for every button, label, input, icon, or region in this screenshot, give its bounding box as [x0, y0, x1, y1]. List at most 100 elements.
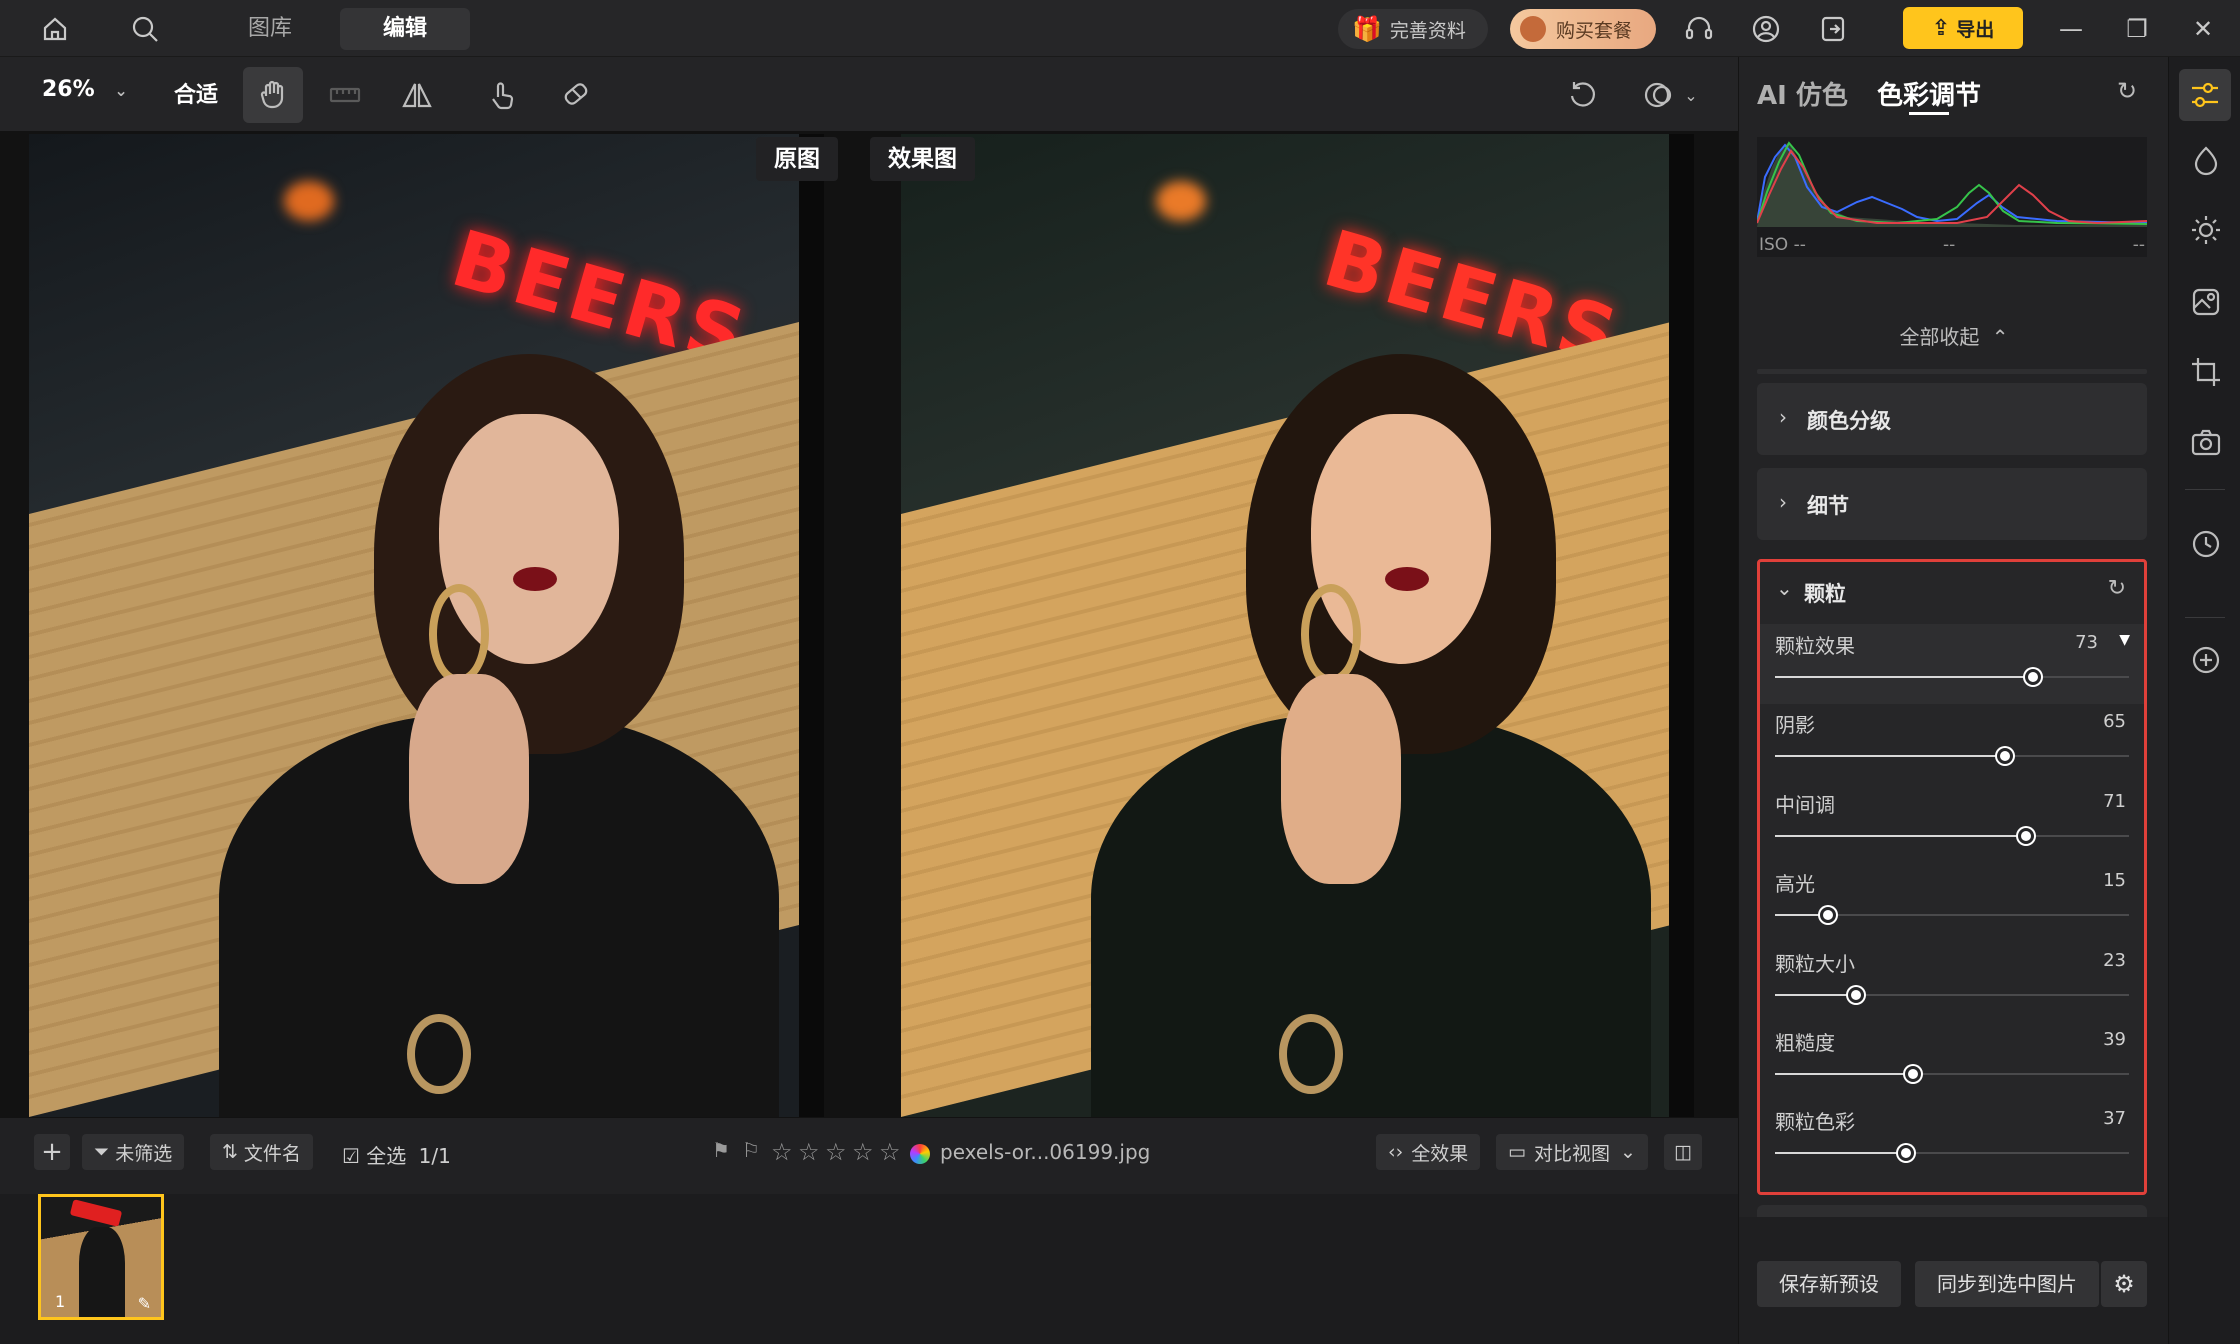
slider-knob[interactable]	[1905, 1066, 1922, 1082]
hand	[1281, 674, 1401, 884]
slider-value[interactable]: 23	[2103, 950, 2126, 971]
file-name: pexels-or...06199.jpg	[940, 1140, 1151, 1164]
logout-icon[interactable]	[1816, 12, 1850, 46]
home-icon[interactable]	[38, 12, 72, 46]
effect-label: 效果图	[870, 137, 975, 181]
compare-view-label: 对比视图	[1533, 1142, 1610, 1165]
sun-icon[interactable]	[2187, 211, 2225, 249]
reset-icon[interactable]: ↻	[2117, 77, 2137, 105]
image-canvas[interactable]: BEERS BEERS 原图 效果图	[0, 131, 1738, 1118]
star-icon-4[interactable]: ☆	[852, 1138, 874, 1166]
compare-view-dropdown[interactable]: ▭ 对比视图 ⌄	[1496, 1134, 1648, 1170]
zoom-dropdown[interactable]: 26% ⌄	[42, 77, 128, 102]
reset-icon[interactable]	[1553, 67, 1613, 123]
tab-library[interactable]: 图库	[224, 8, 316, 50]
star-icon-3[interactable]: ☆	[825, 1138, 847, 1166]
slider-value[interactable]: 37	[2103, 1108, 2126, 1129]
histogram-iso: ISO --	[1759, 235, 1806, 255]
section-color-grading[interactable]: › 颜色分级	[1757, 383, 2147, 455]
slider-fill	[1775, 1073, 1914, 1075]
slider-knob[interactable]	[2018, 827, 2035, 844]
slider-value[interactable]: 71	[2103, 791, 2126, 812]
thumbnail[interactable]: 1 ✎	[38, 1194, 164, 1320]
flag-icon[interactable]: ⚑	[712, 1138, 730, 1162]
star-icon-5[interactable]: ☆	[879, 1138, 901, 1166]
collapse-all-button[interactable]: 全部收起 ⌃	[1739, 321, 2169, 350]
sort-button[interactable]: ⇅ 文件名	[210, 1134, 313, 1170]
user-icon[interactable]	[1749, 12, 1783, 46]
active-tab-underline	[1909, 112, 1949, 115]
slider-track[interactable]	[1775, 907, 2129, 924]
slider-row: 颗粒效果 73 ▼	[1760, 624, 2144, 704]
hand-tool-icon[interactable]	[243, 67, 303, 123]
star-icon-2[interactable]: ☆	[798, 1138, 820, 1166]
fit-button[interactable]: 合适	[174, 77, 218, 109]
slider-fill	[1775, 1152, 1906, 1155]
star-icon-1[interactable]: ☆	[771, 1138, 793, 1166]
history-icon[interactable]	[2187, 525, 2225, 563]
mask-dropdown[interactable]: ⌄	[1625, 67, 1715, 123]
slider-knob[interactable]	[1848, 986, 1865, 1003]
slider-knob[interactable]	[1997, 748, 2014, 765]
add-icon[interactable]: +	[34, 1134, 70, 1170]
slider-value[interactable]: 73	[2075, 632, 2098, 653]
filmstrip	[0, 1194, 1738, 1344]
slider-knob[interactable]	[1820, 907, 1837, 924]
section-detail[interactable]: › 细节	[1757, 468, 2147, 540]
slider-track[interactable]	[1775, 748, 2129, 765]
save-preset-button[interactable]: 保存新预设	[1757, 1261, 1901, 1307]
grain-header[interactable]: ⌄ 颗粒 ↻	[1760, 562, 2144, 622]
slider-value[interactable]: 39	[2103, 1029, 2126, 1050]
tab-color-adjust[interactable]: 色彩调节	[1877, 75, 1981, 112]
slider-row: 颗粒大小 23	[1760, 942, 2144, 1022]
upload-icon: ⇪	[1931, 15, 1951, 41]
close-icon[interactable]: ✕	[2186, 12, 2220, 46]
code-icon: ‹›	[1388, 1141, 1404, 1163]
ruler-icon	[315, 67, 375, 123]
slider-value[interactable]: 65	[2103, 711, 2126, 732]
image-edit-icon[interactable]	[2187, 283, 2225, 321]
minimize-icon[interactable]: —	[2054, 12, 2088, 46]
restore-icon[interactable]: ❐	[2120, 12, 2154, 46]
slider-track[interactable]	[1775, 1066, 2129, 1082]
tab-edit[interactable]: 编辑	[340, 8, 470, 50]
full-effect-button[interactable]: ‹› 全效果	[1376, 1134, 1481, 1170]
monitor-icon: ▭	[1508, 1141, 1526, 1163]
tab-ai-color[interactable]: AI 仿色	[1757, 75, 1848, 112]
eraser-icon[interactable]	[546, 67, 606, 123]
export-button[interactable]: ⇪ 导出	[1903, 7, 2023, 49]
adjust-sliders-icon[interactable]	[2179, 69, 2231, 121]
slider-knob[interactable]	[1897, 1145, 1914, 1162]
filter-button[interactable]: ⏷ 未筛选	[82, 1134, 185, 1170]
section-title: 颜色分级	[1807, 409, 1891, 433]
camera-icon[interactable]	[2187, 423, 2225, 461]
slider-track[interactable]	[1775, 669, 2129, 685]
search-icon[interactable]	[128, 12, 162, 46]
buy-plan-button[interactable]: 购买套餐	[1510, 9, 1656, 49]
complete-profile-button[interactable]: 🎁 完善资料	[1338, 9, 1488, 49]
gear-icon[interactable]: ⚙	[2101, 1261, 2147, 1307]
droplet-icon[interactable]	[2187, 141, 2225, 179]
slider-track[interactable]	[1775, 986, 2129, 1003]
caret-down-icon[interactable]: ▼	[2119, 632, 2130, 648]
color-label-icon[interactable]	[910, 1144, 930, 1164]
slider-label: 颗粒效果	[1775, 634, 1855, 658]
add-circle-icon[interactable]	[2187, 641, 2225, 679]
reject-flag-icon[interactable]: ⚐	[742, 1138, 760, 1162]
split-view-icon[interactable]: ◫	[1664, 1134, 1702, 1170]
select-all-checkbox[interactable]: ☑ 全选 1/1	[342, 1140, 451, 1169]
original-photo: BEERS	[29, 134, 824, 1117]
slider-value[interactable]: 15	[2103, 870, 2126, 891]
reset-icon[interactable]: ↻	[2108, 576, 2126, 601]
slider-track[interactable]	[1775, 1145, 2129, 1162]
flip-icon[interactable]	[387, 67, 447, 123]
support-icon[interactable]	[1682, 12, 1716, 46]
slider-track[interactable]	[1775, 827, 2129, 844]
touch-tool-icon[interactable]	[472, 67, 532, 123]
edit-toolbar: 26% ⌄ 合适 ⌄	[0, 57, 1738, 131]
sync-selected-button[interactable]: 同步到选中图片	[1915, 1261, 2099, 1307]
chevron-down-icon: ⌄	[1619, 1141, 1636, 1163]
slider-knob[interactable]	[2025, 669, 2042, 685]
section-grain: ⌄ 颗粒 ↻ 颗粒效果 73 ▼ 阴影 65 中间调 71 高光 15 颗粒大小 23 粗糙度 39 颗粒…	[1757, 559, 2147, 1195]
crop-icon[interactable]	[2187, 353, 2225, 391]
